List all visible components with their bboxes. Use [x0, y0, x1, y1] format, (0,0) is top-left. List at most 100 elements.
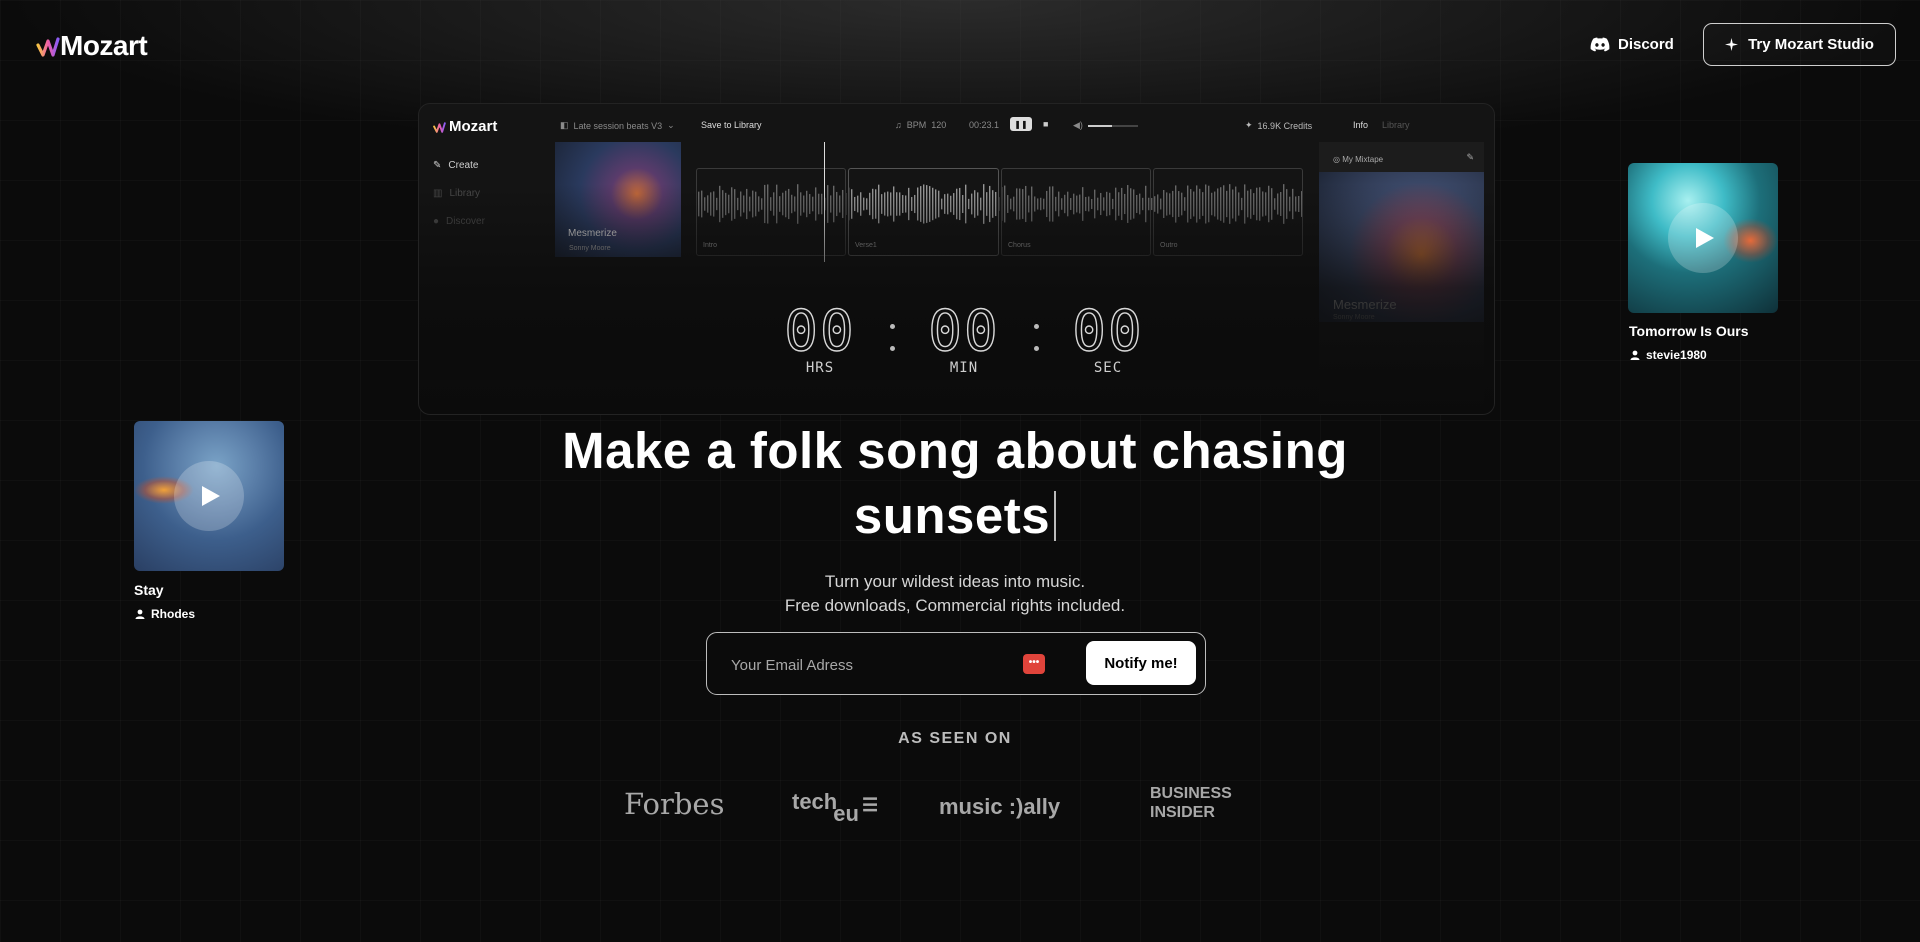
- headline-line2: sunsets: [0, 483, 1910, 548]
- volume-slider: [1087, 124, 1138, 127]
- discord-label: Discord: [1618, 36, 1674, 53]
- headline-line2-text: sunsets: [853, 487, 1051, 544]
- countdown-separator: [865, 302, 919, 362]
- credits: ✦ 16.9K Credits: [1245, 120, 1312, 131]
- app-nav-library-label: Library: [449, 187, 481, 199]
- app-tabs: Info Library: [1353, 120, 1410, 130]
- credits-icon: ✦: [1245, 120, 1253, 130]
- headline-line1: Make a folk song about chasing: [562, 422, 1348, 479]
- play-button[interactable]: [1668, 203, 1738, 273]
- user-icon: [1630, 350, 1640, 360]
- musically-logo-music: music: [939, 794, 1003, 819]
- track-title: Mesmerize: [568, 228, 617, 239]
- bpm-label: BPM: [906, 120, 927, 130]
- musically-logo: music :)ally: [939, 794, 1060, 820]
- info-panel: ◎ My Mixtape ✎ Mesmerize Sonny Moore: [1319, 142, 1484, 412]
- segment-intro-label: Intro: [703, 242, 718, 249]
- logo-text: Mozart: [60, 30, 148, 61]
- track-cover: Mesmerize Sonny Moore: [555, 142, 681, 257]
- app-nav: ✎ Create ▥ Library ● Discover: [433, 151, 543, 235]
- app-nav-library: ▥ Library: [433, 179, 543, 207]
- countdown-hours: 00 HRS: [775, 299, 865, 376]
- segment-chorus: Chorus: [1001, 168, 1151, 256]
- bpm-value: 120: [931, 120, 947, 130]
- email-input[interactable]: [729, 653, 993, 677]
- forbes-logo: Forbes: [624, 787, 725, 821]
- segment-outro: Outro: [1153, 168, 1303, 256]
- card-title[interactable]: Stay: [134, 582, 164, 598]
- stop-icon: ■: [1043, 119, 1049, 129]
- metronome-icon: ♫: [895, 120, 902, 130]
- subtitle: Turn your wildest ideas into music. Free…: [0, 570, 1910, 618]
- try-studio-label: Try Mozart Studio: [1748, 36, 1874, 53]
- app-logo-wave-icon: [433, 121, 446, 133]
- card-artist[interactable]: stevie1980: [1630, 348, 1707, 362]
- business-insider-logo: BUSINESS INSIDER: [1150, 784, 1232, 822]
- subtitle-line2: Free downloads, Commercial rights includ…: [784, 596, 1126, 615]
- notify-me-button[interactable]: Notify me!: [1086, 641, 1196, 685]
- discord-link[interactable]: Discord: [1590, 36, 1674, 53]
- seconds-value: 00: [1072, 299, 1144, 364]
- email-signup: ••• Notify me!: [706, 632, 1206, 695]
- pause-icon: ❚❚: [1010, 117, 1032, 131]
- countdown-separator: [1009, 302, 1063, 362]
- project-name: Late session beats V3: [573, 120, 663, 131]
- business-insider-line1: BUSINESS: [1150, 785, 1232, 802]
- waveform-area: Intro Verse1 Chorus Outro: [696, 142, 1306, 262]
- musically-logo-ally: :)ally: [1008, 794, 1061, 819]
- discover-icon: ●: [433, 215, 440, 227]
- typing-caret: [1054, 491, 1057, 541]
- panel-icon: ◧: [560, 120, 569, 130]
- save-to-library: Save to Library: [701, 120, 762, 130]
- user-icon: [135, 609, 145, 619]
- countdown: 00 HRS 00 MIN 00 SEC: [775, 299, 1153, 376]
- track-artist: Sonny Moore: [569, 245, 611, 252]
- try-mozart-studio-button[interactable]: Try Mozart Studio: [1703, 23, 1896, 66]
- play-button[interactable]: [174, 461, 244, 531]
- tab-info: Info: [1353, 120, 1369, 130]
- tab-library: Library: [1382, 120, 1410, 130]
- app-logo-text: Mozart: [449, 118, 498, 135]
- app-nav-discover-label: Discover: [446, 215, 485, 227]
- volume-icon: ◀): [1073, 120, 1083, 130]
- techeu-lines-icon: ☰: [861, 795, 879, 815]
- mozart-logo[interactable]: Mozart: [36, 30, 148, 62]
- techeu-logo: techeu ☰: [792, 789, 879, 826]
- business-insider-line2: INSIDER: [1150, 804, 1215, 821]
- minutes-value: 00: [928, 299, 1000, 364]
- panel-artist: Sonny Moore: [1333, 314, 1375, 321]
- app-nav-discover: ● Discover: [433, 207, 543, 235]
- card-title[interactable]: Tomorrow Is Ours: [1629, 323, 1749, 339]
- app-nav-create-label: Create: [448, 159, 479, 171]
- play-icon: [1696, 228, 1714, 248]
- password-manager-icon[interactable]: •••: [1023, 654, 1045, 674]
- card-artist[interactable]: Rhodes: [135, 607, 195, 621]
- countdown-seconds: 00 SEC: [1063, 299, 1153, 376]
- segment-chorus-label: Chorus: [1008, 242, 1031, 249]
- card-artist-name: Rhodes: [151, 607, 196, 621]
- playhead: [824, 142, 825, 262]
- save-to-library-label: Save to Library: [701, 120, 762, 130]
- as-seen-on-title: AS SEEN ON: [898, 730, 1012, 747]
- headline: Make a folk song about chasing sunsets: [0, 418, 1910, 548]
- discord-icon: [1590, 37, 1610, 52]
- panel-title: ◎ My Mixtape: [1333, 155, 1384, 164]
- card-artist-name: stevie1980: [1646, 348, 1707, 362]
- edit-icon: ✎: [1466, 152, 1474, 162]
- techeu-logo-tech: tech: [792, 789, 838, 814]
- volume-slider-fill: [1087, 124, 1112, 127]
- chevron-down-icon: ⌄: [667, 120, 675, 130]
- play-icon: [202, 486, 220, 506]
- time-value: 00:23.1: [969, 120, 1000, 130]
- hours-value: 00: [784, 299, 856, 364]
- stay-cover[interactable]: [134, 421, 284, 571]
- techeu-logo-eu: eu: [833, 801, 859, 826]
- segment-outro-label: Outro: [1160, 242, 1178, 249]
- logo-wave-icon: [36, 37, 60, 57]
- panel-song: Mesmerize: [1333, 297, 1397, 312]
- volume: ◀): [1073, 120, 1138, 131]
- create-icon: ✎: [433, 159, 442, 171]
- segment-verse1: Verse1: [848, 168, 999, 256]
- tomorrow-is-ours-cover[interactable]: [1628, 163, 1778, 313]
- app-sidebar: Mozart ✎ Create ▥ Library ● Discover: [433, 118, 543, 235]
